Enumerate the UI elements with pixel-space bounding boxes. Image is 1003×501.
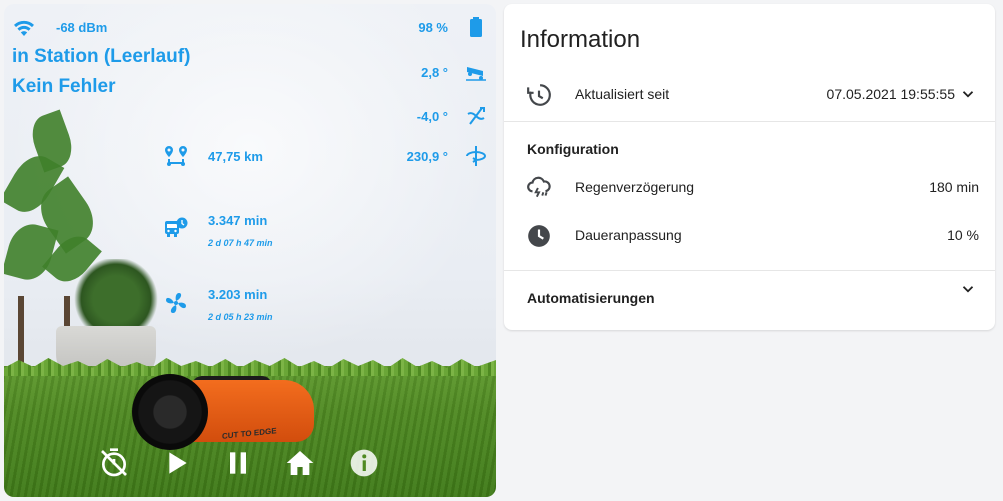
rain-delay-row[interactable]: Regenverzögerung 180 min [504, 167, 995, 207]
updated-label: Aktualisiert seit [575, 86, 670, 102]
roll-value: -4,0 ° [416, 109, 448, 124]
battery-value: 98 % [418, 20, 448, 35]
timer-off-icon[interactable] [98, 447, 130, 479]
updated-row[interactable]: Aktualisiert seit 07.05.2021 19:55:55 [504, 74, 995, 114]
fan-icon [164, 291, 188, 315]
info-card: Information Aktualisiert seit 07.05.2021… [504, 4, 995, 330]
mower-card: CUT TO EDGE -68 dBm in Station (Leerlauf… [4, 4, 496, 497]
time-extension-row[interactable]: Daueranpassung 10 % [504, 215, 995, 255]
divider [504, 270, 995, 271]
worktime-subvalue: 2 d 07 h 47 min [208, 238, 273, 248]
weather-lightning-rainy-icon [526, 175, 552, 201]
distance-value: 47,75 km [208, 149, 263, 164]
yaw-value: 230,9 ° [406, 149, 448, 164]
time-extension-label: Daueranpassung [575, 227, 682, 243]
rain-delay-value: 180 min [929, 179, 979, 195]
mower-error: Kein Fehler [12, 76, 116, 97]
pitch-value: 2,8 ° [421, 65, 448, 80]
wifi-icon [12, 16, 36, 40]
chevron-down-icon[interactable] [959, 280, 977, 298]
pitch-icon [464, 60, 488, 84]
rssi-value: -68 dBm [56, 20, 108, 35]
battery-icon [464, 15, 488, 39]
history-icon [526, 82, 552, 108]
play-icon[interactable] [160, 447, 192, 479]
updated-value: 07.05.2021 19:55:55 [826, 86, 955, 102]
roll-icon [464, 104, 488, 128]
automations-section-title[interactable]: Automatisierungen [527, 290, 655, 306]
control-bar [4, 433, 496, 497]
divider [504, 121, 995, 122]
pause-icon[interactable] [222, 447, 254, 479]
info-title: Information [520, 26, 641, 53]
home-icon[interactable] [284, 447, 316, 479]
blade-time-subvalue: 2 d 05 h 23 min [208, 312, 273, 322]
distance-icon [164, 144, 188, 168]
rain-delay-label: Regenverzögerung [575, 179, 695, 195]
blade-time-value: 3.203 min [208, 287, 268, 302]
info-icon[interactable] [348, 447, 380, 479]
time-extension-value: 10 % [947, 227, 979, 243]
clock-icon [526, 223, 552, 249]
chevron-down-icon[interactable] [959, 85, 977, 103]
worktime-value: 3.347 min [208, 213, 268, 228]
mower-status: in Station (Leerlauf) [12, 46, 191, 67]
yaw-icon [464, 144, 488, 168]
config-section-title: Konfiguration [527, 141, 619, 157]
bus-clock-icon [164, 216, 188, 240]
